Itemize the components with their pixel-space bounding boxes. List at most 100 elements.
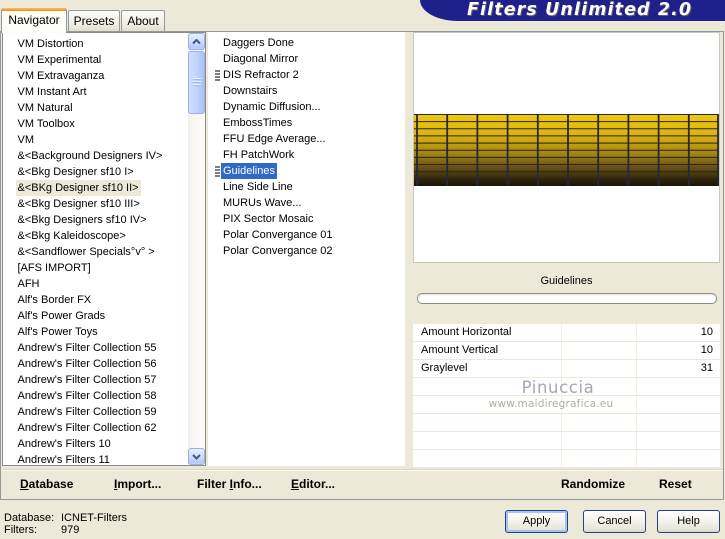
- filter-list-item[interactable]: MURUs Wave...: [208, 195, 405, 211]
- category-list-item[interactable]: Andrew's Filters 11: [3, 452, 187, 465]
- category-list-item[interactable]: AFH: [3, 276, 187, 292]
- app-title: Filters Unlimited 2.0: [467, 0, 693, 20]
- parameter-row[interactable]: [413, 450, 720, 467]
- scroll-up-button[interactable]: [188, 33, 205, 50]
- preview-gold-grid-image: [414, 114, 719, 186]
- filter-items: Daggers Done Diagonal Mirror DIS Refract…: [208, 35, 405, 259]
- category-list-item[interactable]: &<BKg Designer sf10 II>: [3, 180, 187, 196]
- tab-presets[interactable]: Presets: [68, 10, 120, 32]
- category-list-item[interactable]: Andrew's Filter Collection 58: [3, 388, 187, 404]
- scroll-down-button[interactable]: [188, 448, 205, 465]
- filter-list-item-label: Guidelines: [221, 163, 277, 179]
- filter-list-item[interactable]: FH PatchWork: [208, 147, 405, 163]
- watermark-name: Pinuccia: [521, 378, 595, 397]
- filter-preview: [413, 32, 720, 263]
- category-list-item[interactable]: Andrew's Filter Collection 56: [3, 356, 187, 372]
- category-scrollbar[interactable]: [188, 33, 205, 465]
- filter-list-item-label: Downstairs: [223, 85, 278, 97]
- category-list-item[interactable]: Andrew's Filter Collection 59: [3, 404, 187, 420]
- parameter-row[interactable]: Amount Vertical 10: [413, 342, 720, 359]
- help-button[interactable]: Help: [657, 510, 720, 533]
- randomize-button[interactable]: Randomize: [561, 477, 625, 491]
- category-list-item[interactable]: Andrew's Filter Collection 55: [3, 340, 187, 356]
- database-button[interactable]: Database: [20, 477, 73, 491]
- filter-list-item-label: EmbossTimes: [223, 117, 293, 129]
- category-list-item-label: &<BKg Designer sf10 II>: [15, 180, 141, 196]
- category-list-item[interactable]: Alf's Power Toys: [3, 324, 187, 340]
- column-divider: [636, 360, 637, 377]
- category-list-item[interactable]: VM Toolbox: [3, 116, 187, 132]
- import-button[interactable]: Import...: [114, 477, 161, 491]
- filter-list-item[interactable]: Polar Convergance 02: [208, 243, 405, 259]
- filters-label: Filters:: [4, 524, 37, 536]
- parameter-value: 10: [700, 344, 713, 356]
- parameter-row[interactable]: [413, 414, 720, 431]
- category-list-item[interactable]: VM: [3, 132, 187, 148]
- chevron-down-icon: [192, 453, 201, 460]
- filter-list-item[interactable]: Line Side Line: [208, 179, 405, 195]
- category-list-item[interactable]: &<Bkg Kaleidoscope>: [3, 228, 187, 244]
- filter-list-item-label: Line Side Line: [223, 181, 293, 193]
- filters-value: 979: [61, 524, 80, 536]
- column-divider: [561, 450, 562, 467]
- scroll-thumb-grip-icon: [193, 78, 201, 87]
- category-list-item-label: Alf's Border FX: [17, 294, 92, 306]
- scroll-thumb[interactable]: [188, 51, 205, 114]
- category-list-item-label: Andrew's Filter Collection 59: [17, 406, 157, 418]
- category-list-item[interactable]: &<Bkg Designer sf10 I>: [3, 164, 187, 180]
- category-list-item-label: &<Bkg Designers sf10 IV>: [17, 214, 147, 226]
- category-list-item[interactable]: [AFS IMPORT]: [3, 260, 187, 276]
- parameter-name: Graylevel: [421, 362, 468, 374]
- category-list-item-label: &<Sandflower Specials°v° >: [17, 246, 155, 258]
- filter-list-item-label: Diagonal Mirror: [223, 53, 299, 65]
- filter-list-item[interactable]: Daggers Done: [208, 35, 405, 51]
- parameter-row[interactable]: [413, 432, 720, 449]
- editor-button[interactable]: Editor...: [291, 477, 335, 491]
- filter-listbox[interactable]: Daggers Done Diagonal Mirror DIS Refract…: [208, 32, 405, 466]
- parameter-name: Amount Horizontal: [421, 326, 512, 338]
- filter-list-item-label: FH PatchWork: [223, 149, 295, 161]
- parameter-row[interactable]: Graylevel 31: [413, 360, 720, 377]
- category-list-item[interactable]: VM Distortion: [3, 36, 187, 52]
- reset-button[interactable]: Reset: [659, 477, 692, 491]
- column-divider: [561, 432, 562, 449]
- category-list-item[interactable]: &<Bkg Designers sf10 IV>: [3, 212, 187, 228]
- category-list-item[interactable]: &<Background Designers IV>: [3, 148, 187, 164]
- filter-list-item[interactable]: Diagonal Mirror: [208, 51, 405, 67]
- filter-list-item[interactable]: Dynamic Diffusion...: [208, 99, 405, 115]
- filter-list-item[interactable]: Guidelines: [208, 163, 405, 179]
- filter-info-button[interactable]: Filter Info...: [197, 477, 262, 491]
- filter-list-item[interactable]: Polar Convergance 01: [208, 227, 405, 243]
- category-listbox[interactable]: VM Distortion VM Experimental VM Extrava…: [2, 32, 206, 466]
- filter-list-item[interactable]: Downstairs: [208, 83, 405, 99]
- category-list-item-label: &<Bkg Designer sf10 III>: [17, 198, 140, 210]
- category-list-item[interactable]: VM Extravaganza: [3, 68, 187, 84]
- category-list-item[interactable]: &<Sandflower Specials°v° >: [3, 244, 187, 260]
- apply-button[interactable]: Apply: [505, 510, 568, 533]
- category-list-item[interactable]: VM Experimental: [3, 52, 187, 68]
- filter-list-item[interactable]: FFU Edge Average...: [208, 131, 405, 147]
- category-items: VM Distortion VM Experimental VM Extrava…: [3, 36, 187, 465]
- category-list-item[interactable]: Alf's Power Grads: [3, 308, 187, 324]
- category-list-item[interactable]: Andrew's Filters 10: [3, 436, 187, 452]
- filter-list-item[interactable]: EmbossTimes: [208, 115, 405, 131]
- title-banner: Filters Unlimited 2.0: [420, 0, 725, 21]
- column-divider: [636, 414, 637, 431]
- tab-about[interactable]: About: [121, 10, 165, 32]
- filter-list-item-label: Daggers Done: [223, 37, 294, 49]
- category-list-item[interactable]: Alf's Border FX: [3, 292, 187, 308]
- filter-list-item[interactable]: PIX Sector Mosaic: [208, 211, 405, 227]
- category-list-item[interactable]: VM Instant Art: [3, 84, 187, 100]
- parameter-value: 10: [700, 326, 713, 338]
- tab-navigator[interactable]: Navigator: [1, 8, 67, 33]
- category-list-item-label: Alf's Power Toys: [17, 326, 98, 338]
- category-list-item[interactable]: VM Natural: [3, 100, 187, 116]
- cancel-button[interactable]: Cancel: [583, 510, 646, 533]
- category-list-item[interactable]: Andrew's Filter Collection 62: [3, 420, 187, 436]
- filter-list-item[interactable]: DIS Refractor 2: [208, 67, 405, 83]
- parameter-slider[interactable]: [417, 293, 717, 304]
- category-list-item[interactable]: &<Bkg Designer sf10 III>: [3, 196, 187, 212]
- column-divider: [561, 360, 562, 377]
- category-list-item[interactable]: Andrew's Filter Collection 57: [3, 372, 187, 388]
- parameter-row[interactable]: Amount Horizontal 10: [413, 324, 720, 341]
